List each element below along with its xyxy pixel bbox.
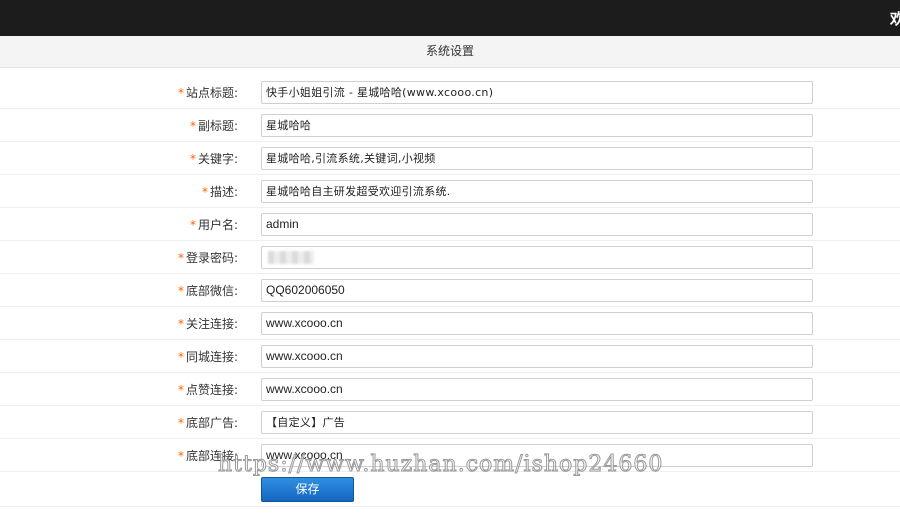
footer-ad-input[interactable]: [261, 411, 813, 434]
footer-wechat-input[interactable]: [261, 279, 813, 302]
form-row-like-link: * 点赞连接:: [0, 372, 900, 406]
keywords-input[interactable]: [261, 147, 813, 170]
footer-link-input[interactable]: [261, 444, 813, 467]
like-link-input[interactable]: [261, 378, 813, 401]
form-row-site-title: * 站点标题:: [0, 75, 900, 109]
form-row-description: * 描述:: [0, 174, 900, 208]
form-row-password: * 登录密码:: [0, 240, 900, 274]
welcome-text: 欢迎: [890, 10, 900, 28]
description-input[interactable]: [261, 180, 813, 203]
form-row-footer-link: * 底部连接:: [0, 438, 900, 472]
top-bar: 欢迎: [0, 0, 900, 36]
username-input[interactable]: [261, 213, 813, 236]
form-row-footer-wechat: * 底部微信:: [0, 273, 900, 307]
password-input[interactable]: [261, 246, 813, 269]
panel-title: 系统设置: [0, 36, 900, 68]
site-title-input[interactable]: [261, 81, 813, 104]
follow-link-input[interactable]: [261, 312, 813, 335]
form-bottom-divider: [0, 506, 900, 507]
form-row-subtitle: * 副标题:: [0, 108, 900, 142]
save-button[interactable]: 保存: [261, 477, 354, 502]
form-row-local-link: * 同城连接:: [0, 339, 900, 373]
local-link-input[interactable]: [261, 345, 813, 368]
form-row-username: * 用户名:: [0, 207, 900, 241]
form-row-keywords: * 关键字:: [0, 141, 900, 175]
subtitle-input[interactable]: [261, 114, 813, 137]
footer-link-label: * 底部连接:: [177, 449, 238, 463]
form-row-footer-ad: * 底部广告:: [0, 405, 900, 439]
password-blurred-value: [268, 251, 314, 264]
form-row-follow-link: * 关注连接:: [0, 306, 900, 340]
